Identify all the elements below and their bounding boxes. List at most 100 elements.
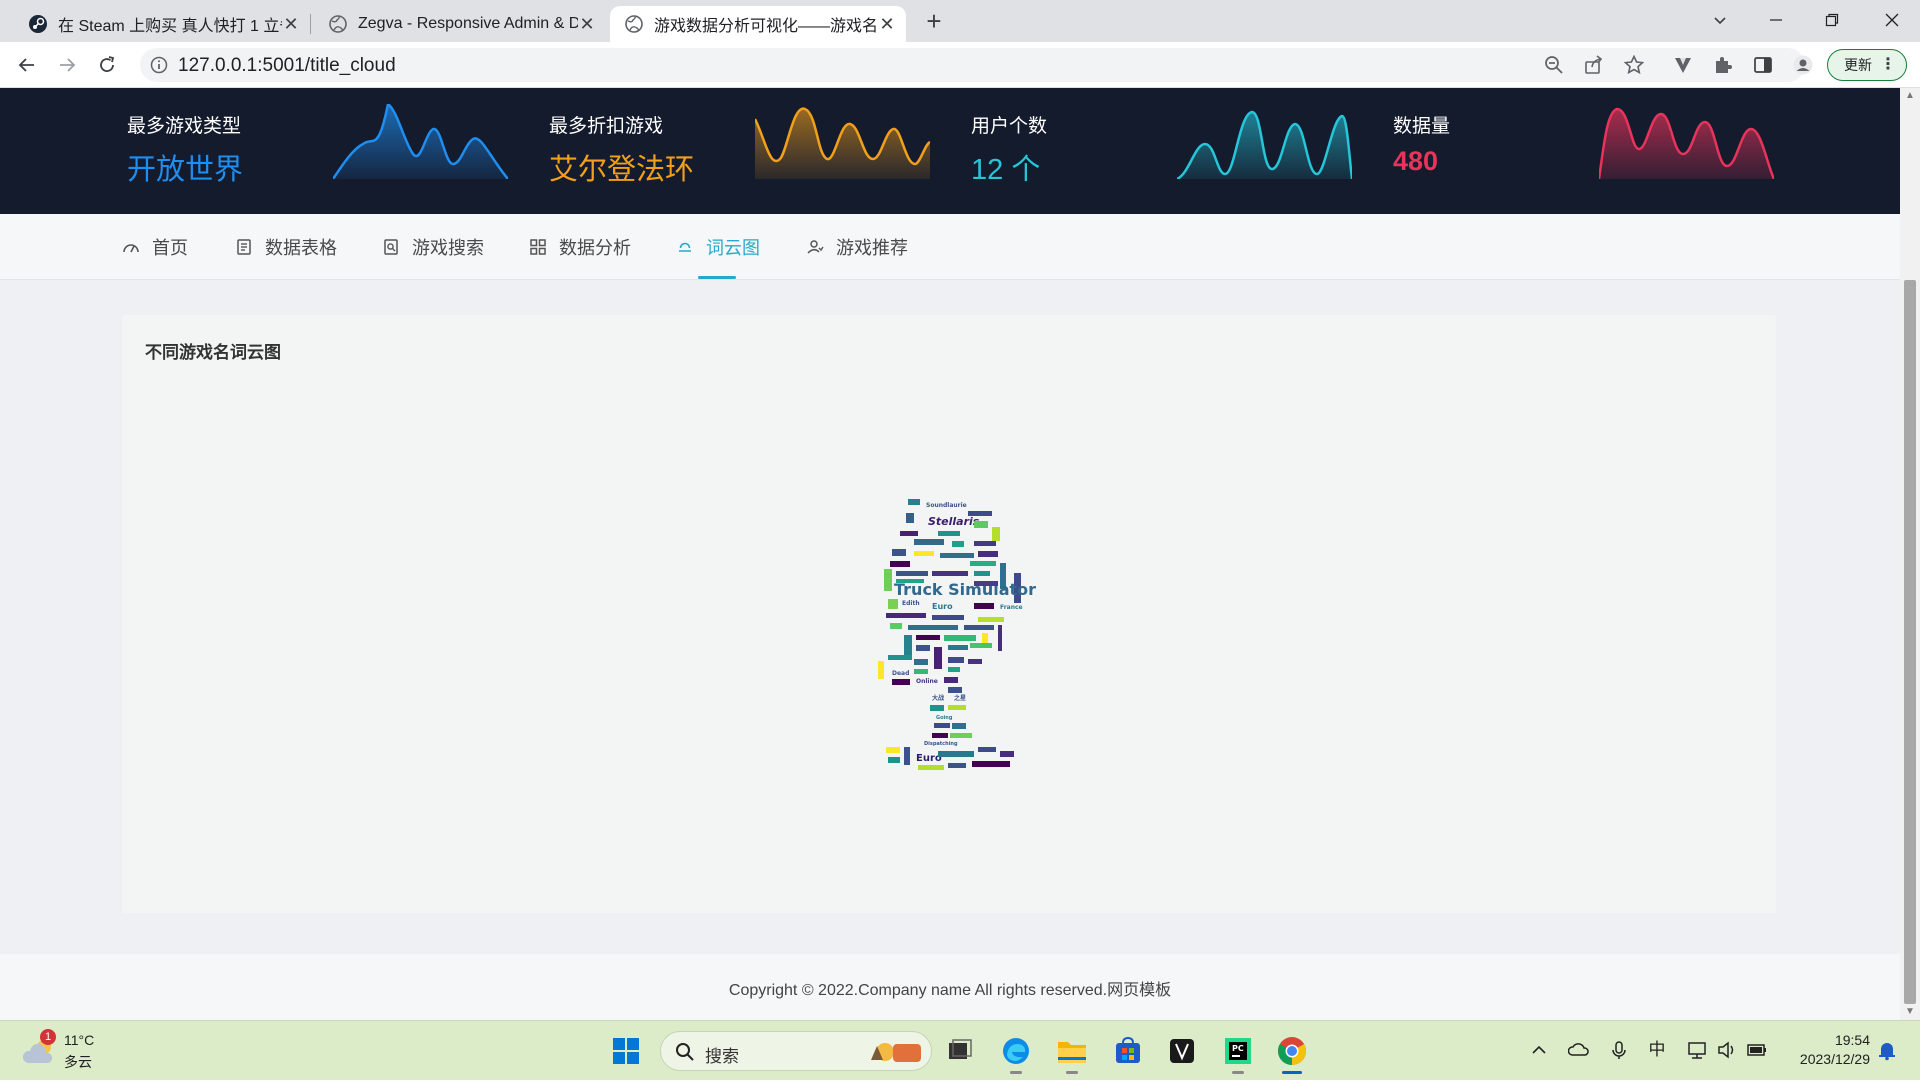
stat-data-volume: 数据量 480 bbox=[1266, 88, 1774, 214]
weather-condition: 多云 bbox=[64, 1054, 92, 1070]
forward-button[interactable] bbox=[51, 49, 83, 81]
start-button[interactable] bbox=[606, 1031, 646, 1071]
update-label: 更新 bbox=[1844, 57, 1872, 73]
menu-dots-icon: ⋮ bbox=[1880, 56, 1896, 73]
taskbar-app-store[interactable] bbox=[1108, 1031, 1148, 1071]
show-hidden-icons-chevron-icon[interactable] bbox=[1528, 1039, 1550, 1061]
stat-top-discount: 最多折扣游戏 艾尔登法环 bbox=[422, 88, 930, 214]
restore-icon bbox=[1825, 13, 1839, 27]
site-info-icon[interactable] bbox=[150, 56, 168, 74]
arrow-right-icon bbox=[60, 58, 76, 72]
bookmark-star-icon[interactable] bbox=[1624, 55, 1644, 75]
svg-text:PC: PC bbox=[1232, 1044, 1244, 1053]
tab-title: Zegva - Responsive Admin & D bbox=[358, 15, 578, 32]
taskbar-app-epic[interactable] bbox=[1162, 1031, 1202, 1071]
search-placeholder: 搜索 bbox=[705, 1047, 739, 1066]
cloud-word: Stellaris bbox=[928, 515, 980, 528]
cloud-icon bbox=[679, 242, 691, 252]
nav-item-data-table[interactable]: 数据表格 bbox=[235, 214, 337, 280]
taskbar-app-edge[interactable] bbox=[996, 1031, 1036, 1074]
windows-taskbar: 1 11°C 多云 搜索 PC 中 19:54 2023/12/29 bbox=[0, 1020, 1920, 1080]
stat-value: 480 bbox=[1393, 146, 1439, 176]
stat-user-count: 用户个数 12 个 bbox=[844, 88, 1352, 214]
page-scrollbar[interactable]: ▲ ▼ bbox=[1900, 88, 1920, 1020]
stat-value: 艾尔登法环 bbox=[549, 154, 695, 186]
extensions-puzzle-icon[interactable] bbox=[1713, 55, 1733, 75]
input-method-indicator[interactable]: 中 bbox=[1646, 1039, 1668, 1061]
nav-item-game-recommend[interactable]: 游戏推荐 bbox=[806, 214, 908, 280]
search-doc-icon bbox=[384, 239, 398, 255]
extension-v-icon[interactable] bbox=[1673, 55, 1693, 75]
nav-label: 数据表格 bbox=[265, 238, 337, 258]
nav-item-data-analysis[interactable]: 数据分析 bbox=[529, 214, 631, 280]
nav-item-home[interactable]: 首页 bbox=[122, 214, 188, 280]
arrow-left-icon bbox=[18, 58, 34, 72]
notification-bell-icon[interactable] bbox=[1876, 1039, 1898, 1061]
taskbar-app-chrome[interactable] bbox=[1272, 1031, 1312, 1074]
nav-label: 游戏搜索 bbox=[412, 238, 484, 258]
reload-icon bbox=[100, 56, 115, 72]
zoom-out-icon[interactable] bbox=[1544, 55, 1564, 75]
close-window-button[interactable] bbox=[1864, 0, 1920, 40]
cloud-word: 大战 bbox=[932, 694, 944, 702]
url-host: 127.0.0.1 bbox=[178, 55, 258, 76]
tab-search-button[interactable] bbox=[1692, 0, 1748, 40]
game-launcher-icon bbox=[1170, 1039, 1194, 1063]
template-link[interactable]: 网页模板 bbox=[1107, 982, 1171, 999]
cloud-word: Dead bbox=[892, 670, 909, 677]
nav-item-word-cloud[interactable]: 词云图 bbox=[676, 214, 760, 280]
system-clock[interactable]: 19:54 2023/12/29 bbox=[1780, 1031, 1870, 1069]
minimize-button[interactable] bbox=[1748, 0, 1804, 40]
edge-browser-icon bbox=[1003, 1038, 1029, 1064]
new-tab-button[interactable]: + bbox=[920, 8, 948, 36]
browser-tab-zegva[interactable]: Zegva - Responsive Admin & D ✕ bbox=[314, 6, 606, 42]
taskbar-app-task-view[interactable] bbox=[940, 1031, 980, 1071]
nav-label: 词云图 bbox=[706, 238, 760, 258]
cloud-word: Edith bbox=[902, 600, 920, 607]
stat-label: 最多折扣游戏 bbox=[549, 116, 664, 137]
update-button[interactable]: 更新 ⋮ bbox=[1827, 49, 1907, 81]
microphone-icon[interactable] bbox=[1608, 1039, 1630, 1061]
stat-label: 用户个数 bbox=[971, 116, 1048, 137]
cloud-word: Soundlaurie bbox=[926, 502, 967, 509]
volume-icon[interactable] bbox=[1716, 1039, 1738, 1061]
running-indicator bbox=[1232, 1071, 1244, 1074]
taskbar-app-pycharm[interactable]: PC bbox=[1218, 1031, 1258, 1074]
close-tab-icon[interactable]: ✕ bbox=[282, 14, 300, 35]
close-tab-icon[interactable]: ✕ bbox=[578, 14, 596, 35]
battery-icon[interactable] bbox=[1746, 1039, 1768, 1061]
cloud-word: Dispatching bbox=[924, 741, 958, 747]
windows-logo-icon bbox=[613, 1038, 639, 1064]
pycharm-icon: PC bbox=[1225, 1038, 1251, 1064]
restore-button[interactable] bbox=[1804, 0, 1860, 40]
close-tab-icon[interactable]: ✕ bbox=[878, 14, 896, 35]
nav-item-game-search[interactable]: 游戏搜索 bbox=[382, 214, 484, 280]
reload-button[interactable] bbox=[91, 49, 123, 81]
stat-value: 开放世界 bbox=[127, 154, 244, 186]
network-icon[interactable] bbox=[1686, 1039, 1708, 1061]
scrollbar-thumb[interactable] bbox=[1904, 280, 1916, 1004]
profile-avatar-icon[interactable] bbox=[1793, 55, 1813, 75]
cloud-word: Going bbox=[936, 715, 953, 721]
browser-tab-active[interactable]: 游戏数据分析可视化——游戏名 ✕ bbox=[610, 6, 906, 42]
weather-widget[interactable]: 1 11°C 多云 bbox=[22, 1029, 112, 1073]
running-indicator bbox=[1010, 1071, 1022, 1074]
taskbar-search[interactable]: 搜索 bbox=[660, 1031, 932, 1071]
stat-value: 12 个 bbox=[971, 154, 1041, 186]
tab-title: 在 Steam 上购买 真人快打 1 立省 bbox=[58, 18, 282, 35]
clock-date: 2023/12/29 bbox=[1799, 1051, 1870, 1067]
back-button[interactable] bbox=[11, 49, 43, 81]
share-icon[interactable] bbox=[1584, 55, 1604, 75]
scroll-up-arrow-icon[interactable]: ▲ bbox=[1905, 90, 1915, 101]
browser-tab-steam[interactable]: 在 Steam 上购买 真人快打 1 立省 ✕ bbox=[14, 6, 310, 42]
taskbar-app-file-explorer[interactable] bbox=[1052, 1031, 1092, 1074]
onedrive-sync-icon[interactable] bbox=[1568, 1039, 1590, 1061]
cloud-word: Euro bbox=[916, 753, 942, 764]
side-panel-icon[interactable] bbox=[1753, 55, 1773, 75]
globe-icon bbox=[625, 15, 643, 33]
copyright-text: Copyright © 2022.Company name All rights… bbox=[728, 982, 1108, 999]
url-text: 127.0.0.1:5001/title_cloud bbox=[178, 55, 396, 77]
dashboard-icon bbox=[123, 244, 139, 253]
stats-header: 最多游戏类型 开放世界 最多折扣游戏 艾尔登法环 用户个数 12 个 数据量 4… bbox=[0, 88, 1900, 214]
scroll-down-arrow-icon[interactable]: ▼ bbox=[1905, 1006, 1915, 1017]
